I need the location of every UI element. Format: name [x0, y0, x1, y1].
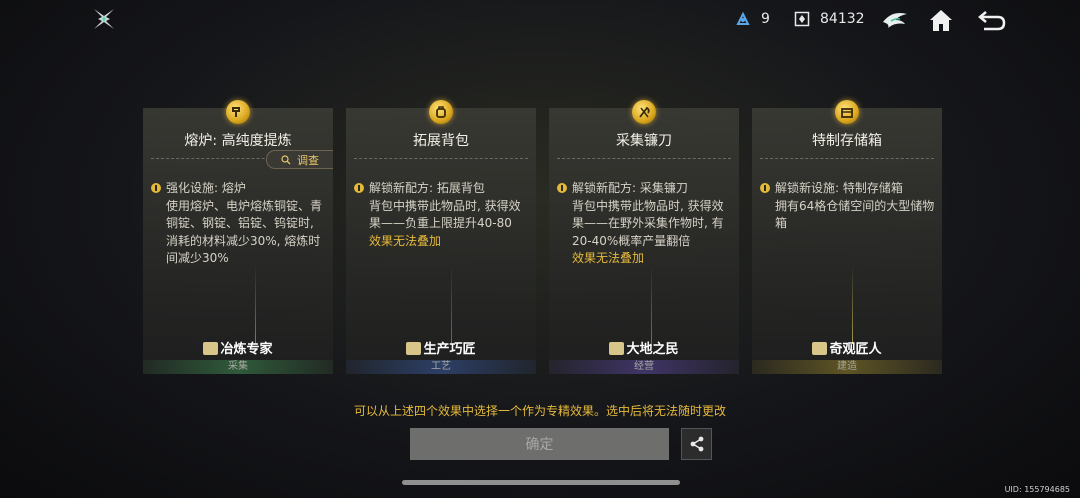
skill-label: 冶炼专家 [143, 338, 333, 357]
skill-name: 奇观匠人 [829, 342, 882, 357]
wing-emblem-icon[interactable] [880, 6, 910, 34]
home-icon[interactable] [926, 6, 956, 34]
card-description: 拥有64格仓储空间的大型储物箱 [775, 198, 935, 231]
currency-value: 84132 [820, 11, 865, 27]
card-effect-line: 解锁新设施: 特制存储箱 [775, 181, 903, 195]
light-beam [255, 264, 256, 344]
category-bar: 建造 [752, 360, 942, 374]
share-button[interactable] [681, 428, 712, 460]
card-description: 使用熔炉、电炉熔炼铜锭、青铜锭、钢锭、铝锭、钨锭时, 消耗的材料减少30%, 熔… [166, 198, 323, 266]
card-title: 特制存储箱 [812, 133, 882, 149]
uid-label: UID: 155794685 [1004, 485, 1070, 494]
backpack-medal-icon [429, 100, 453, 124]
card-body: 解锁新配方: 采集镰刀 背包中携带此物品时, 获得效果——在野外采集作物时, 有… [557, 180, 733, 268]
effect-card-backpack[interactable]: 拓展背包 解锁新配方: 拓展背包 背包中携带此物品时, 获得效果——负重上限提升… [346, 100, 536, 374]
card-warning: 效果无法叠加 [572, 251, 645, 265]
confirm-button[interactable]: 确定 [410, 428, 669, 460]
card-effect-line: 解锁新配方: 拓展背包 [369, 181, 485, 195]
cross-star-logo-icon [92, 7, 116, 31]
card-description: 背包中携带此物品时, 获得效果——在野外采集作物时, 有20-40%概率产量翻倍 [572, 198, 724, 248]
skill-label: 大地之民 [549, 338, 739, 357]
info-bullet-icon [760, 183, 770, 193]
skill-name: 生产巧匠 [423, 342, 476, 357]
card-title: 熔炉: 高纯度提炼 [184, 133, 292, 149]
currency-icon [794, 11, 810, 27]
divider [354, 158, 528, 159]
card-description: 背包中携带此物品时, 获得效果——负重上限提升40-80 [369, 198, 521, 231]
info-bullet-icon [354, 183, 364, 193]
card-body: 解锁新设施: 特制存储箱 拥有64格仓储空间的大型储物箱 [760, 180, 936, 233]
category-bar: 经营 [549, 360, 739, 374]
skill-label: 生产巧匠 [346, 338, 536, 357]
light-beam [852, 264, 853, 344]
selection-note: 可以从上述四个效果中选择一个作为专精效果。选中后将无法随时更改 [353, 404, 726, 418]
category-bar: 采集 [143, 360, 333, 374]
divider [557, 158, 731, 159]
chest-medal-icon [835, 100, 859, 124]
effect-card-sickle[interactable]: 采集镰刀 解锁新配方: 采集镰刀 背包中携带此物品时, 获得效果——在野外采集作… [549, 100, 739, 374]
light-beam [651, 264, 652, 344]
energy-value: 9 [761, 11, 770, 27]
energy-counter: 9 [735, 11, 770, 27]
inspect-button[interactable]: 调查 [266, 150, 333, 169]
skill-label: 奇观匠人 [752, 338, 942, 357]
wonder-skill-icon [812, 342, 828, 355]
craft-skill-icon [406, 342, 422, 355]
card-title: 采集镰刀 [616, 133, 672, 149]
card-title: 拓展背包 [413, 133, 469, 149]
sickle-medal-icon [632, 100, 656, 124]
back-arrow-icon[interactable] [976, 6, 1006, 34]
card-effect-line: 强化设施: 熔炉 [166, 181, 246, 195]
card-warning: 效果无法叠加 [369, 233, 442, 248]
info-bullet-icon [557, 183, 567, 193]
card-body: 解锁新配方: 拓展背包 背包中携带此物品时, 获得效果——负重上限提升40-80… [354, 180, 530, 250]
magnifier-icon [281, 154, 291, 164]
energy-icon [735, 11, 751, 27]
earth-skill-icon [609, 342, 625, 355]
share-icon [690, 436, 703, 452]
skill-name: 大地之民 [626, 342, 679, 357]
effect-card-furnace[interactable]: 熔炉: 高纯度提炼 调查 强化设施: 熔炉 使用熔炉、电炉熔炼铜锭、青铜锭、钢锭… [143, 100, 333, 374]
effect-card-storage[interactable]: 特制存储箱 解锁新设施: 特制存储箱 拥有64格仓储空间的大型储物箱 奇观匠人 … [752, 100, 942, 374]
hammer-medal-icon [226, 100, 250, 124]
currency-counter: 84132 [794, 11, 865, 27]
skill-name: 冶炼专家 [220, 342, 273, 357]
gesture-bar[interactable] [402, 480, 680, 485]
inspect-label: 调查 [297, 153, 319, 167]
card-body: 强化设施: 熔炉 使用熔炉、电炉熔炼铜锭、青铜锭、钢锭、铝锭、钨锭时, 消耗的材… [151, 180, 327, 268]
divider [760, 158, 934, 159]
card-effect-line: 解锁新配方: 采集镰刀 [572, 181, 688, 195]
smelting-skill-icon [203, 342, 219, 355]
info-bullet-icon [151, 183, 161, 193]
top-bar: 9 84132 [0, 0, 1080, 42]
light-beam [451, 264, 452, 344]
category-bar: 工艺 [346, 360, 536, 374]
